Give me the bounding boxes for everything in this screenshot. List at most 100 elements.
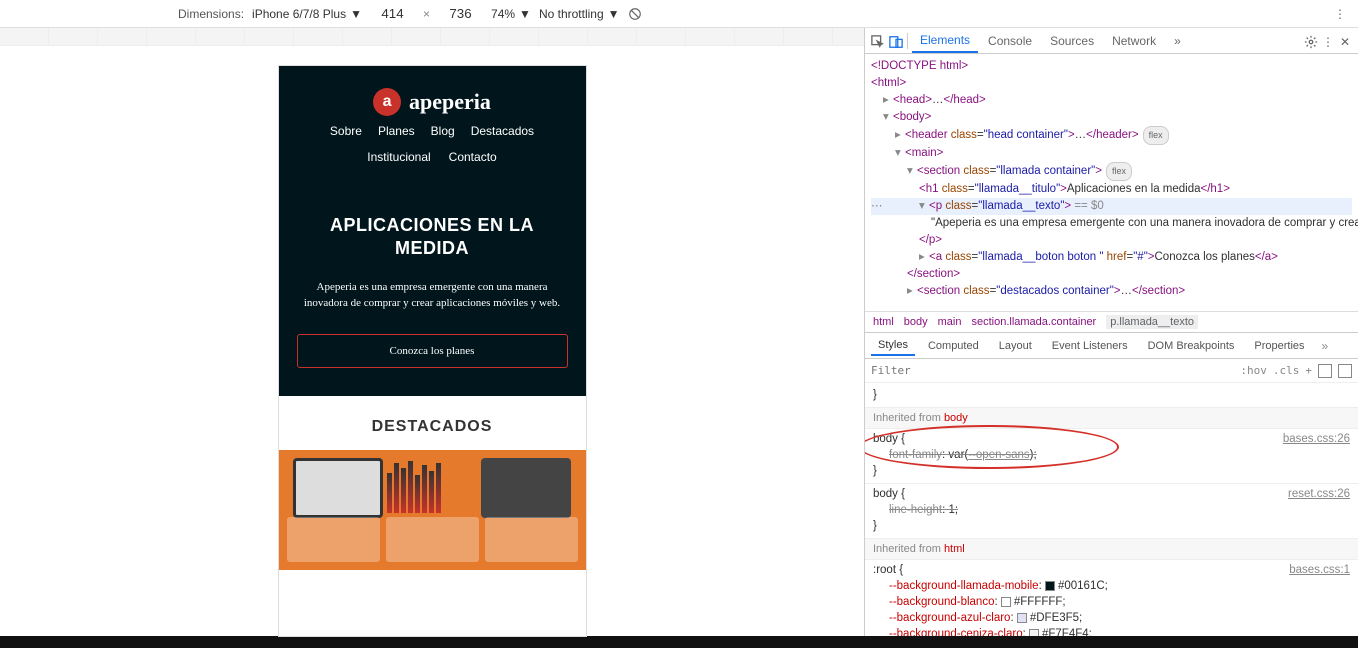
css-declaration[interactable]: --background-ceniza-claro: #F7F4F4; [873,626,1350,636]
hov-toggle[interactable]: :hov [1240,364,1267,377]
source-link[interactable]: bases.css:26 [1283,431,1350,447]
tab-console[interactable]: Console [980,30,1040,52]
kebab-menu-icon[interactable]: ⋮ [1320,33,1336,49]
nav-contacto[interactable]: Contacto [449,150,497,164]
device-name: iPhone 6/7/8 Plus [252,7,346,21]
stylestab-dombp[interactable]: DOM Breakpoints [1141,337,1242,355]
page-header: a apeperia Sobre Planes Blog Destacados … [279,66,586,176]
cls-toggle[interactable]: .cls [1273,364,1300,377]
logo[interactable]: a apeperia [291,88,574,116]
hero-cta-button[interactable]: Conozca los planes [297,334,568,368]
rotate-icon[interactable] [628,7,642,21]
node-actions-icon[interactable]: ⋯ [871,198,883,215]
device-toolbar: Dimensions: iPhone 6/7/8 Plus ▼ × 74% ▼ … [0,0,1358,28]
source-link[interactable]: bases.css:1 [1289,562,1350,578]
device-toggle-icon[interactable] [887,33,903,49]
tab-more[interactable]: » [1166,30,1189,52]
main-nav: Sobre Planes Blog Destacados Institucion… [291,124,574,164]
elements-tree[interactable]: <!DOCTYPE html> <html> ▸<head>…</head> ▾… [865,54,1358,311]
collapse-icon[interactable]: ▾ [919,198,929,215]
nav-blog[interactable]: Blog [431,124,455,138]
dimensions-label: Dimensions: [178,7,244,21]
nav-sobre[interactable]: Sobre [330,124,362,138]
hero-section: APLICACIONES EN LA MEDIDA Apeperia es un… [279,176,586,396]
nav-planes[interactable]: Planes [378,124,415,138]
flex-badge: flex [1106,162,1132,181]
close-icon[interactable]: ✕ [1338,33,1354,49]
css-rule[interactable]: bases.css:1 :root { --background-llamada… [865,560,1358,636]
os-taskbar [0,636,1358,648]
chevron-down-icon: ▼ [608,7,620,21]
doctype-node: <!DOCTYPE html> [871,60,968,72]
styles-rules-list[interactable]: } Inherited from body bases.css:26 body … [865,383,1358,636]
width-input[interactable] [370,4,415,23]
height-input[interactable] [438,4,483,23]
stylestab-props[interactable]: Properties [1247,337,1311,355]
css-rule[interactable]: } [865,385,1358,408]
inherited-header: Inherited from body [865,408,1358,429]
throttling-select[interactable]: No throttling ▼ [539,7,620,21]
logo-text: apeperia [409,89,491,115]
device-emulator: a apeperia Sobre Planes Blog Destacados … [0,28,864,636]
expand-icon[interactable]: ▸ [919,249,929,266]
expand-icon[interactable]: ▸ [895,127,905,144]
stylestab-listeners[interactable]: Event Listeners [1045,337,1135,355]
crumb-section[interactable]: section.llamada.container [971,316,1096,328]
css-declaration[interactable]: font-family: var(--open-sans); [873,447,1350,463]
chevron-down-icon: ▼ [350,7,362,21]
stylestab-styles[interactable]: Styles [871,336,915,356]
destacados-title: DESTACADOS [279,418,586,436]
css-declaration[interactable]: --background-blanco: #FFFFFF; [873,594,1350,610]
breadcrumb: html body main section.llamada.container… [865,311,1358,333]
tab-network[interactable]: Network [1104,30,1164,52]
styles-filter-input[interactable] [871,364,1234,377]
inspect-icon[interactable] [869,33,885,49]
css-declaration[interactable]: --background-llamada-mobile: #00161C; [873,578,1350,594]
crumb-body[interactable]: body [904,316,928,328]
inherited-header: Inherited from html [865,539,1358,560]
crumb-p[interactable]: p.llamada__texto [1106,315,1198,329]
chevron-down-icon: ▼ [519,7,531,21]
dim-separator: × [423,7,430,21]
device-select[interactable]: iPhone 6/7/8 Plus ▼ [252,7,362,21]
zoom-select[interactable]: 74% ▼ [491,7,531,21]
zoom-value: 74% [491,7,515,21]
collapse-icon[interactable]: ▾ [907,163,917,180]
expand-icon[interactable]: ▸ [907,283,917,300]
laptop-illustration [293,458,383,518]
stylestab-layout[interactable]: Layout [992,337,1039,355]
css-rule[interactable]: bases.css:26 body { font-family: var(--o… [865,429,1358,484]
selected-node[interactable]: ⋯▾<p class="llamada__texto"> == $0 [871,198,1352,215]
kebab-menu-icon[interactable]: ⋮ [1334,7,1348,21]
destacados-image [279,450,586,570]
styles-more-icon[interactable]: » [1318,339,1333,353]
collapse-icon[interactable]: ▾ [883,109,893,126]
throttling-value: No throttling [539,7,604,21]
computed-styles-icon[interactable] [1318,364,1332,378]
css-declaration[interactable]: line-height: 1; [873,502,1350,518]
new-rule-icon[interactable]: + [1305,364,1312,377]
devtools-panel: Elements Console Sources Network » ⋮ ✕ <… [864,28,1358,636]
gear-icon[interactable] [1302,33,1318,49]
tablet-illustration [481,458,571,518]
crumb-main[interactable]: main [938,316,962,328]
nav-destacados[interactable]: Destacados [471,124,534,138]
brushes-illustration [387,458,477,513]
stylestab-computed[interactable]: Computed [921,337,986,355]
nav-institucional[interactable]: Institucional [367,150,430,164]
rendering-icon[interactable] [1338,364,1352,378]
tab-sources[interactable]: Sources [1042,30,1102,52]
css-declaration[interactable]: --background-azul-claro: #DFE3F5; [873,610,1350,626]
css-rule[interactable]: reset.css:26 body { line-height: 1; } [865,484,1358,539]
tab-elements[interactable]: Elements [912,29,978,53]
phone-frame: a apeperia Sobre Planes Blog Destacados … [279,66,586,636]
source-link[interactable]: reset.css:26 [1288,486,1350,502]
styles-toolbar: :hov .cls + [865,359,1358,383]
flex-badge: flex [1143,126,1169,145]
hero-text: Apeperia es una empresa emergente con un… [297,279,568,312]
collapse-icon[interactable]: ▾ [895,145,905,162]
styles-tab-bar: Styles Computed Layout Event Listeners D… [865,333,1358,359]
expand-icon[interactable]: ▸ [883,92,893,109]
crumb-html[interactable]: html [873,316,894,328]
devtools-tab-bar: Elements Console Sources Network » ⋮ ✕ [865,28,1358,54]
